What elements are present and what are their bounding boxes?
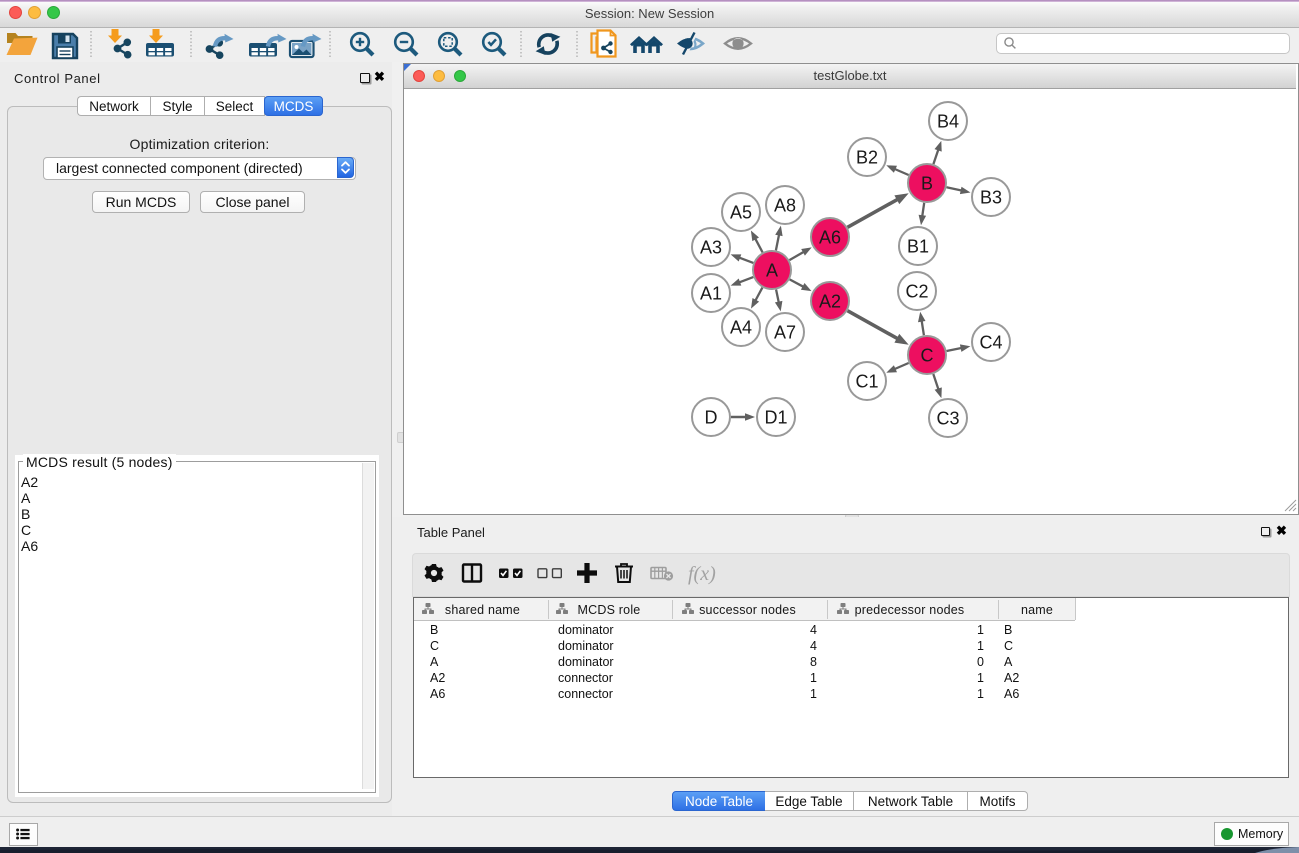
svg-text:B3: B3 — [980, 188, 1002, 208]
svg-text:A: A — [766, 261, 778, 281]
svg-text:A3: A3 — [700, 238, 722, 258]
svg-text:C: C — [921, 346, 934, 366]
svg-text:B4: B4 — [937, 112, 959, 132]
svg-text:A1: A1 — [700, 284, 722, 304]
svg-text:A5: A5 — [730, 203, 752, 223]
svg-text:C3: C3 — [936, 409, 959, 429]
svg-text:A7: A7 — [774, 323, 796, 343]
svg-text:B: B — [921, 174, 933, 194]
svg-text:D1: D1 — [764, 408, 787, 428]
svg-text:B2: B2 — [856, 148, 878, 168]
svg-text:D: D — [705, 408, 718, 428]
svg-text:A2: A2 — [819, 292, 841, 312]
svg-text:A6: A6 — [819, 228, 841, 248]
svg-text:A4: A4 — [730, 318, 752, 338]
svg-text:C2: C2 — [905, 282, 928, 302]
svg-text:C1: C1 — [855, 372, 878, 392]
svg-text:B1: B1 — [907, 237, 929, 257]
svg-text:f(x): f(x) — [688, 563, 716, 585]
svg-text:A8: A8 — [774, 196, 796, 216]
svg-text:C4: C4 — [979, 333, 1002, 353]
